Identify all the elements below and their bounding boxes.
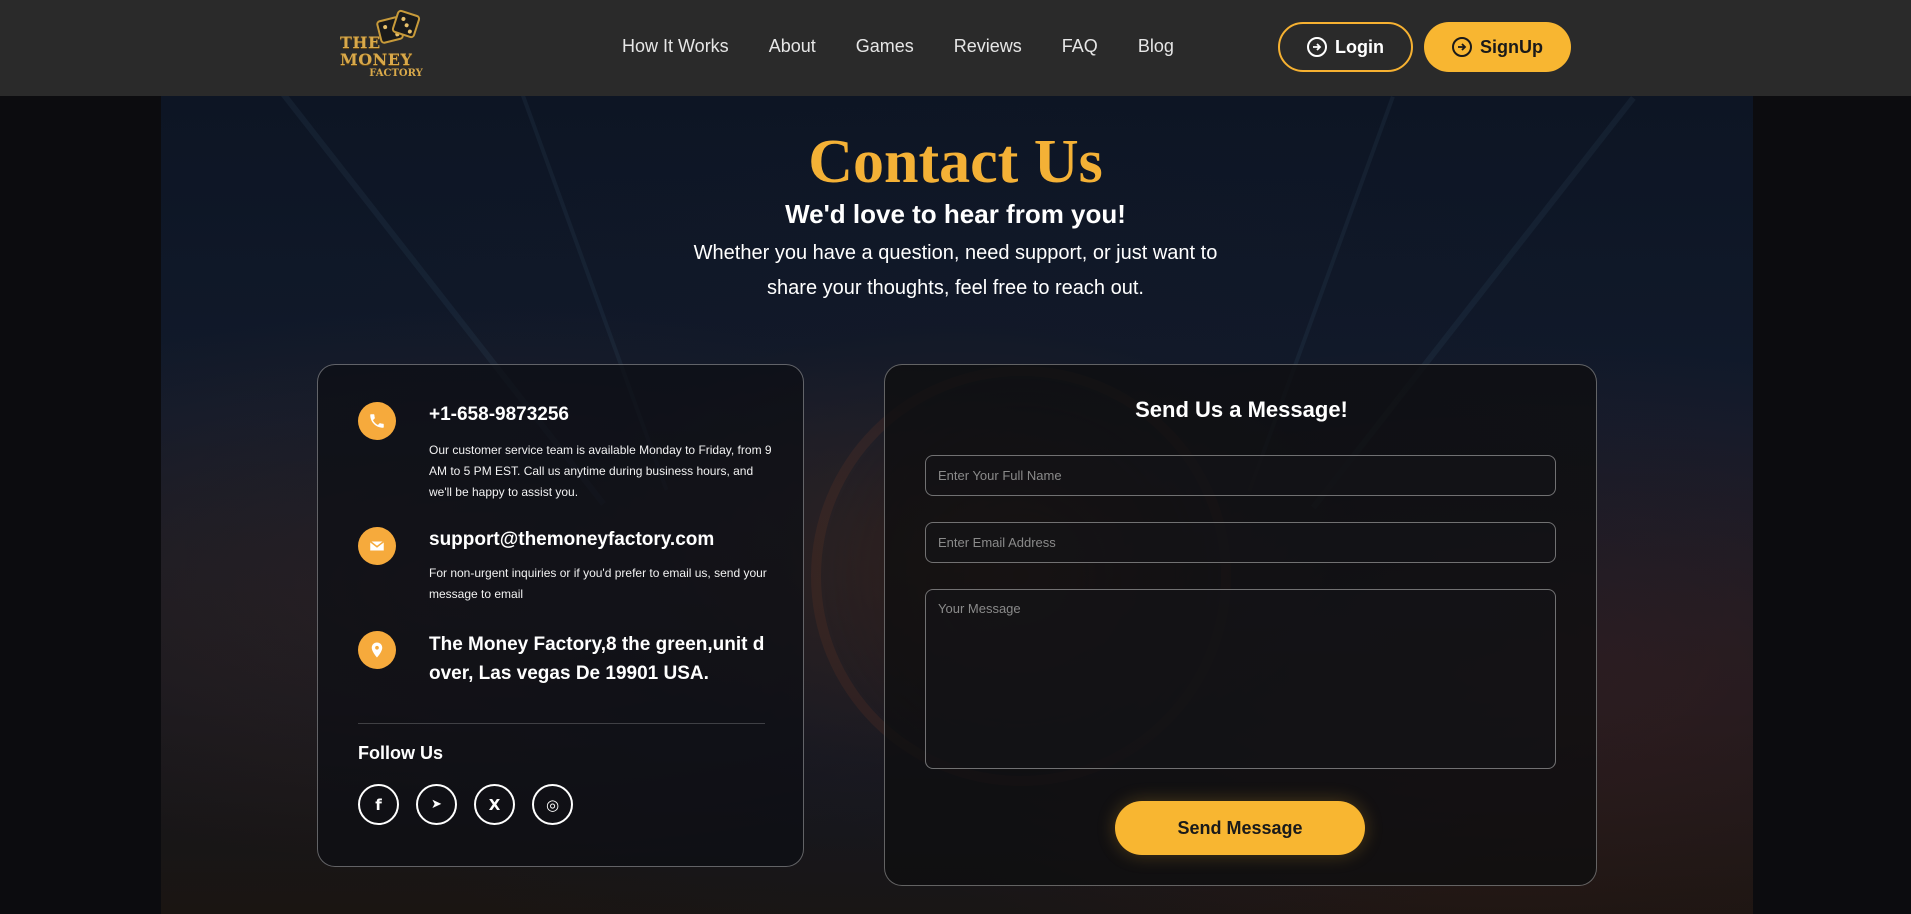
divider xyxy=(358,723,765,724)
mail-icon xyxy=(358,527,396,565)
contact-phone[interactable]: +1-658-9873256 xyxy=(429,404,569,426)
nav-faq[interactable]: FAQ xyxy=(1062,34,1098,58)
telegram-icon[interactable]: ➤ xyxy=(416,784,457,825)
nav-how-it-works[interactable]: How It Works xyxy=(622,34,729,58)
login-label: Login xyxy=(1335,36,1384,57)
login-button[interactable]: Login xyxy=(1278,22,1413,72)
x-icon[interactable]: X xyxy=(474,784,515,825)
page-title: Contact Us xyxy=(808,128,1103,196)
login-arrow-icon xyxy=(1307,37,1327,57)
contact-address: The Money Factory,8 the green,unit d ove… xyxy=(429,634,765,684)
logo-text-line2: FACTORY xyxy=(369,68,423,79)
signup-label: SignUp xyxy=(1480,36,1543,57)
phone-description: Our customer service team is available M… xyxy=(429,443,772,499)
instagram-icon[interactable]: ◎ xyxy=(532,784,573,825)
nav-games[interactable]: Games xyxy=(856,34,914,58)
main-nav: How It Works About Games Reviews FAQ Blo… xyxy=(622,34,1214,58)
site-logo[interactable]: THE MONEY FACTORY xyxy=(340,8,452,80)
nav-blog[interactable]: Blog xyxy=(1138,34,1174,58)
nav-reviews[interactable]: Reviews xyxy=(954,34,1022,58)
facebook-icon[interactable]: f xyxy=(358,784,399,825)
page-intro: Whether you have a question, need suppor… xyxy=(693,242,1218,299)
contact-email[interactable]: support@themoneyfactory.com xyxy=(429,529,714,551)
dice-icon xyxy=(375,8,422,46)
signup-button[interactable]: SignUp xyxy=(1424,22,1571,72)
page-subtitle: We'd love to hear from you! xyxy=(785,199,1126,229)
contact-info-card: +1-658-9873256 Our customer service team… xyxy=(317,364,804,867)
message-textarea[interactable] xyxy=(925,589,1556,769)
form-title: Send Us a Message! xyxy=(1135,397,1348,422)
nav-about[interactable]: About xyxy=(769,34,816,58)
full-name-input[interactable] xyxy=(925,455,1556,496)
site-header: THE MONEY FACTORY How It Works About Gam… xyxy=(0,0,1911,96)
follow-us-label: Follow Us xyxy=(358,743,443,763)
email-description: For non-urgent inquiries or if you'd pre… xyxy=(429,566,767,601)
location-icon xyxy=(358,631,396,669)
signup-arrow-icon xyxy=(1452,37,1472,57)
message-form-card: Send Us a Message! Send Message xyxy=(884,364,1597,886)
phone-icon xyxy=(358,402,396,440)
email-input[interactable] xyxy=(925,522,1556,563)
send-message-button[interactable]: Send Message xyxy=(1115,801,1365,855)
